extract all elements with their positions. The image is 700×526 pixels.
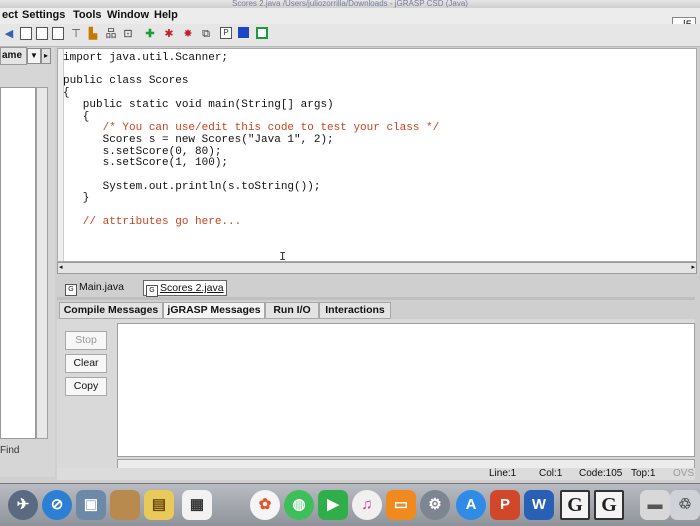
tab-jgrasp-messages[interactable]: jGRASP Messages <box>163 302 265 319</box>
tab-label: Scores 2.java <box>160 282 224 294</box>
code-line: public class Scores <box>63 75 189 88</box>
code-comment: /* You can use/edit this code to test yo… <box>63 122 440 135</box>
facetime-icon[interactable]: ▶ <box>318 490 348 520</box>
tab-label: Main.java <box>79 281 124 293</box>
menu-help[interactable]: Help <box>154 9 178 21</box>
save-file-icon[interactable] <box>52 27 64 40</box>
menu-project[interactable]: ect <box>2 9 18 21</box>
code-line: Scores s = new Scores("Java 1", 2); <box>63 133 334 146</box>
debug-icon[interactable]: ✱ <box>162 27 176 41</box>
ibooks-icon[interactable]: ▭ <box>386 490 416 520</box>
scroll-left-icon[interactable]: ◂ <box>59 263 63 271</box>
file-tabs: G Main.java G Scores 2.java <box>57 278 695 297</box>
browse-pane: ame ▼ ▸ ▼ Find <box>0 47 55 477</box>
compile-icon[interactable]: ▙ <box>86 27 100 41</box>
stop-button[interactable]: Stop <box>65 331 107 350</box>
status-bar: Line:1 Col:1 Code:105 Top:1 OVS <box>57 468 695 480</box>
menu-bar: ect Settings Tools Window Help - |5 <box>0 8 700 33</box>
system-preferences-icon[interactable]: ⚙ <box>420 490 450 520</box>
tab-interactions[interactable]: Interactions <box>319 302 391 319</box>
code-line: { <box>63 87 70 100</box>
find-label: Find <box>0 445 20 456</box>
new-file-icon[interactable] <box>20 27 32 40</box>
code-line: System.out.println(s.toString()); <box>63 180 321 193</box>
code-line: s.setScore(0, 80); <box>63 145 222 158</box>
message-tabs: Compile Messages jGRASP Messages Run I/O… <box>57 301 695 319</box>
menu-window[interactable]: Window <box>107 9 149 21</box>
browser-scrollbar[interactable] <box>36 87 48 439</box>
messages-icon[interactable]: ◍ <box>284 490 314 520</box>
safari-icon[interactable]: ⊘ <box>42 490 72 520</box>
window-title: Scores 2.java /Users/juliozorrilla/Downl… <box>0 0 700 8</box>
clear-button[interactable]: Clear <box>65 354 107 373</box>
message-output-area[interactable] <box>117 323 695 457</box>
jgrasp-icon-2[interactable]: G <box>594 490 624 520</box>
java-file-icon: G <box>146 285 158 297</box>
chevron-down-icon[interactable]: ▼ <box>27 48 41 64</box>
open-file-icon[interactable] <box>36 27 48 40</box>
code-comment: // attributes go here... <box>63 215 242 228</box>
tab-run-io[interactable]: Run I/O <box>265 302 319 319</box>
scroll-right-icon[interactable]: ▸ <box>41 48 51 64</box>
dock: ✈ ⊘ ▣ ▤ ▦ ✿ ◍ ▶ ♫ ▭ ⚙ A P W G G ▬ ♲ <box>0 483 700 526</box>
copy-button[interactable]: Copy <box>65 377 107 396</box>
status-code: Code:105 <box>579 468 623 479</box>
launchpad-icon[interactable]: ✈ <box>8 490 38 520</box>
status-column: Col:1 <box>539 468 563 479</box>
blue-square-icon[interactable] <box>238 27 249 38</box>
jgrasp-icon[interactable]: G <box>560 490 590 520</box>
menu-settings[interactable]: Settings <box>22 9 65 21</box>
scroll-right-arrow-icon[interactable]: ▸ <box>691 263 695 271</box>
app-store-icon[interactable]: A <box>456 490 486 520</box>
message-buttons: Stop Clear Copy <box>59 323 115 465</box>
back-icon[interactable]: ◀ <box>2 27 16 41</box>
tab-scores-2-java[interactable]: G Scores 2.java <box>143 280 227 297</box>
message-panel: Stop Clear Copy <box>57 319 695 470</box>
pane-splitter[interactable] <box>57 297 695 300</box>
preview-icon[interactable]: ▣ <box>76 490 106 520</box>
tree-icon[interactable]: 品 <box>104 27 118 41</box>
tab-compile-messages[interactable]: Compile Messages <box>59 302 163 319</box>
code-line: } <box>63 192 90 205</box>
calendar-icon[interactable]: ▦ <box>182 490 212 520</box>
java-file-icon: G <box>65 284 77 296</box>
trash-icon[interactable]: ♲ <box>670 490 700 520</box>
code-line: public static void main(String[] args) <box>63 98 334 111</box>
run-icon[interactable]: ✚ <box>143 27 157 41</box>
file-browser-list[interactable] <box>0 87 36 439</box>
menu-tools[interactable]: Tools <box>73 9 102 21</box>
text-edit-icon[interactable]: ▬ <box>640 490 670 520</box>
toolbar: ◀ ⊤ ▙ 品 ⊡ ✚ ✱ ✸ ⧉ P <box>0 24 700 47</box>
pin-icon[interactable]: ⊤ <box>69 27 83 41</box>
code-line: s.setScore(1, 100); <box>63 157 229 170</box>
step-icon[interactable]: ⧉ <box>199 27 213 41</box>
itunes-icon[interactable]: ♫ <box>352 490 382 520</box>
status-top: Top:1 <box>631 468 656 479</box>
code-editor[interactable]: import java.util.Scanner; public class S… <box>57 48 697 264</box>
interactions-icon[interactable]: P <box>220 27 232 39</box>
notes-icon[interactable]: ▤ <box>144 490 174 520</box>
folder-icon[interactable] <box>110 490 140 520</box>
powerpoint-icon[interactable]: P <box>490 490 520 520</box>
generate-icon[interactable]: ⊡ <box>121 27 135 41</box>
name-column-header[interactable]: ame <box>0 47 27 65</box>
code-line: import java.util.Scanner; <box>63 52 229 64</box>
status-line: Line:1 <box>489 468 517 479</box>
code-line: { <box>63 110 90 123</box>
status-mode: OVS <box>673 468 695 479</box>
code-text[interactable]: import java.util.Scanner; public class S… <box>63 52 440 229</box>
tab-main-java[interactable]: G Main.java <box>63 280 126 296</box>
editor-horizontal-scrollbar[interactable]: ◂ ▸ <box>57 262 697 274</box>
photos-icon[interactable]: ✿ <box>250 490 280 520</box>
green-square-icon[interactable] <box>256 27 268 39</box>
word-icon[interactable]: W <box>524 490 554 520</box>
bug-icon[interactable]: ✸ <box>181 27 195 41</box>
